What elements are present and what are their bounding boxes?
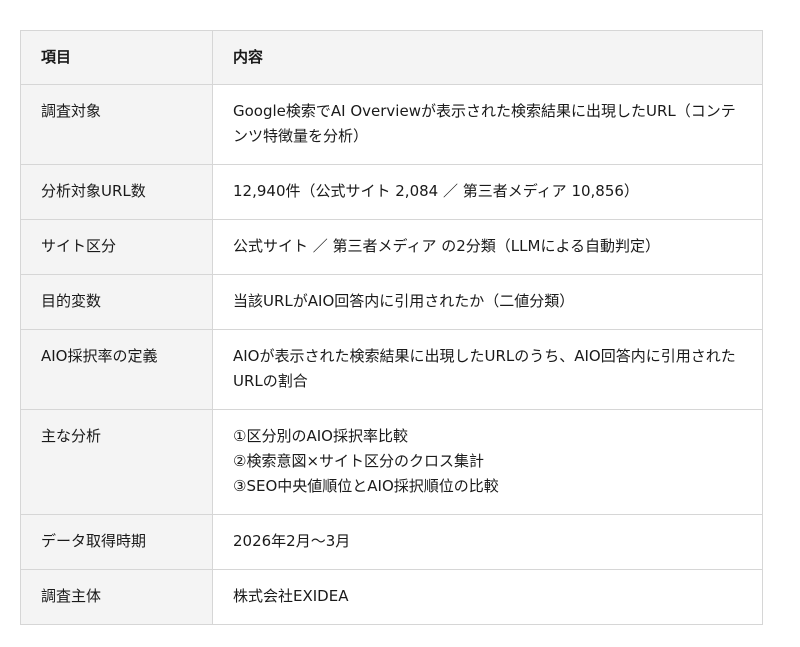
row-value-line: AIOが表示された検索結果に出現したURLのうち、AIO回答内に引用されたURL…: [233, 347, 736, 390]
row-value-line: 公式サイト ／ 第三者メディア の2分類（LLMによる自動判定）: [233, 237, 661, 255]
row-label: AIO採択率の定義: [20, 329, 213, 410]
row-value: 株式会社EXIDEA: [212, 569, 763, 625]
table-row: 分析対象URL数 12,940件（公式サイト 2,084 ／ 第三者メディア 1…: [20, 164, 763, 220]
row-value-line: 当該URLがAIO回答内に引用されたか（二値分類）: [233, 292, 575, 310]
table-row: データ取得時期 2026年2月〜3月: [20, 514, 763, 570]
table-row: 調査対象 Google検索でAI Overviewが表示された検索結果に出現した…: [20, 84, 763, 165]
row-value-line: Google検索でAI Overviewが表示された検索結果に出現したURL（コ…: [233, 102, 736, 145]
table-row: 目的変数 当該URLがAIO回答内に引用されたか（二値分類）: [20, 274, 763, 330]
row-value-line: 12,940件（公式サイト 2,084 ／ 第三者メディア 10,856）: [233, 182, 639, 200]
row-value: AIOが表示された検索結果に出現したURLのうち、AIO回答内に引用されたURL…: [212, 329, 763, 410]
table-header-row: 項目 内容: [20, 30, 763, 85]
row-label: 調査対象: [20, 84, 213, 165]
row-label: 目的変数: [20, 274, 213, 330]
table-row: 主な分析 ①区分別のAIO採択率比較 ②検索意図×サイト区分のクロス集計 ③SE…: [20, 409, 763, 515]
table-row: AIO採択率の定義 AIOが表示された検索結果に出現したURLのうち、AIO回答…: [20, 329, 763, 410]
row-value: 2026年2月〜3月: [212, 514, 763, 570]
row-value: ①区分別のAIO採択率比較 ②検索意図×サイト区分のクロス集計 ③SEO中央値順…: [212, 409, 763, 515]
header-item: 項目: [20, 30, 213, 85]
row-label: データ取得時期: [20, 514, 213, 570]
row-value-line: ①区分別のAIO採択率比較: [233, 427, 408, 445]
row-value-line: 株式会社EXIDEA: [233, 587, 349, 605]
row-label: 調査主体: [20, 569, 213, 625]
header-content: 内容: [212, 30, 763, 85]
row-value: 12,940件（公式サイト 2,084 ／ 第三者メディア 10,856）: [212, 164, 763, 220]
row-value: 公式サイト ／ 第三者メディア の2分類（LLMによる自動判定）: [212, 219, 763, 275]
row-value: 当該URLがAIO回答内に引用されたか（二値分類）: [212, 274, 763, 330]
row-label: サイト区分: [20, 219, 213, 275]
table-row: サイト区分 公式サイト ／ 第三者メディア の2分類（LLMによる自動判定）: [20, 219, 763, 275]
row-value-line: 2026年2月〜3月: [233, 532, 351, 550]
survey-overview-table-container: 項目 内容 調査対象 Google検索でAI Overviewが表示された検索結…: [20, 30, 763, 625]
row-value-line: ②検索意図×サイト区分のクロス集計: [233, 452, 485, 470]
row-label: 主な分析: [20, 409, 213, 515]
survey-overview-table: 項目 内容 調査対象 Google検索でAI Overviewが表示された検索結…: [20, 30, 763, 625]
row-value-line: ③SEO中央値順位とAIO採択順位の比較: [233, 477, 499, 495]
row-label: 分析対象URL数: [20, 164, 213, 220]
table-row: 調査主体 株式会社EXIDEA: [20, 569, 763, 625]
row-value: Google検索でAI Overviewが表示された検索結果に出現したURL（コ…: [212, 84, 763, 165]
